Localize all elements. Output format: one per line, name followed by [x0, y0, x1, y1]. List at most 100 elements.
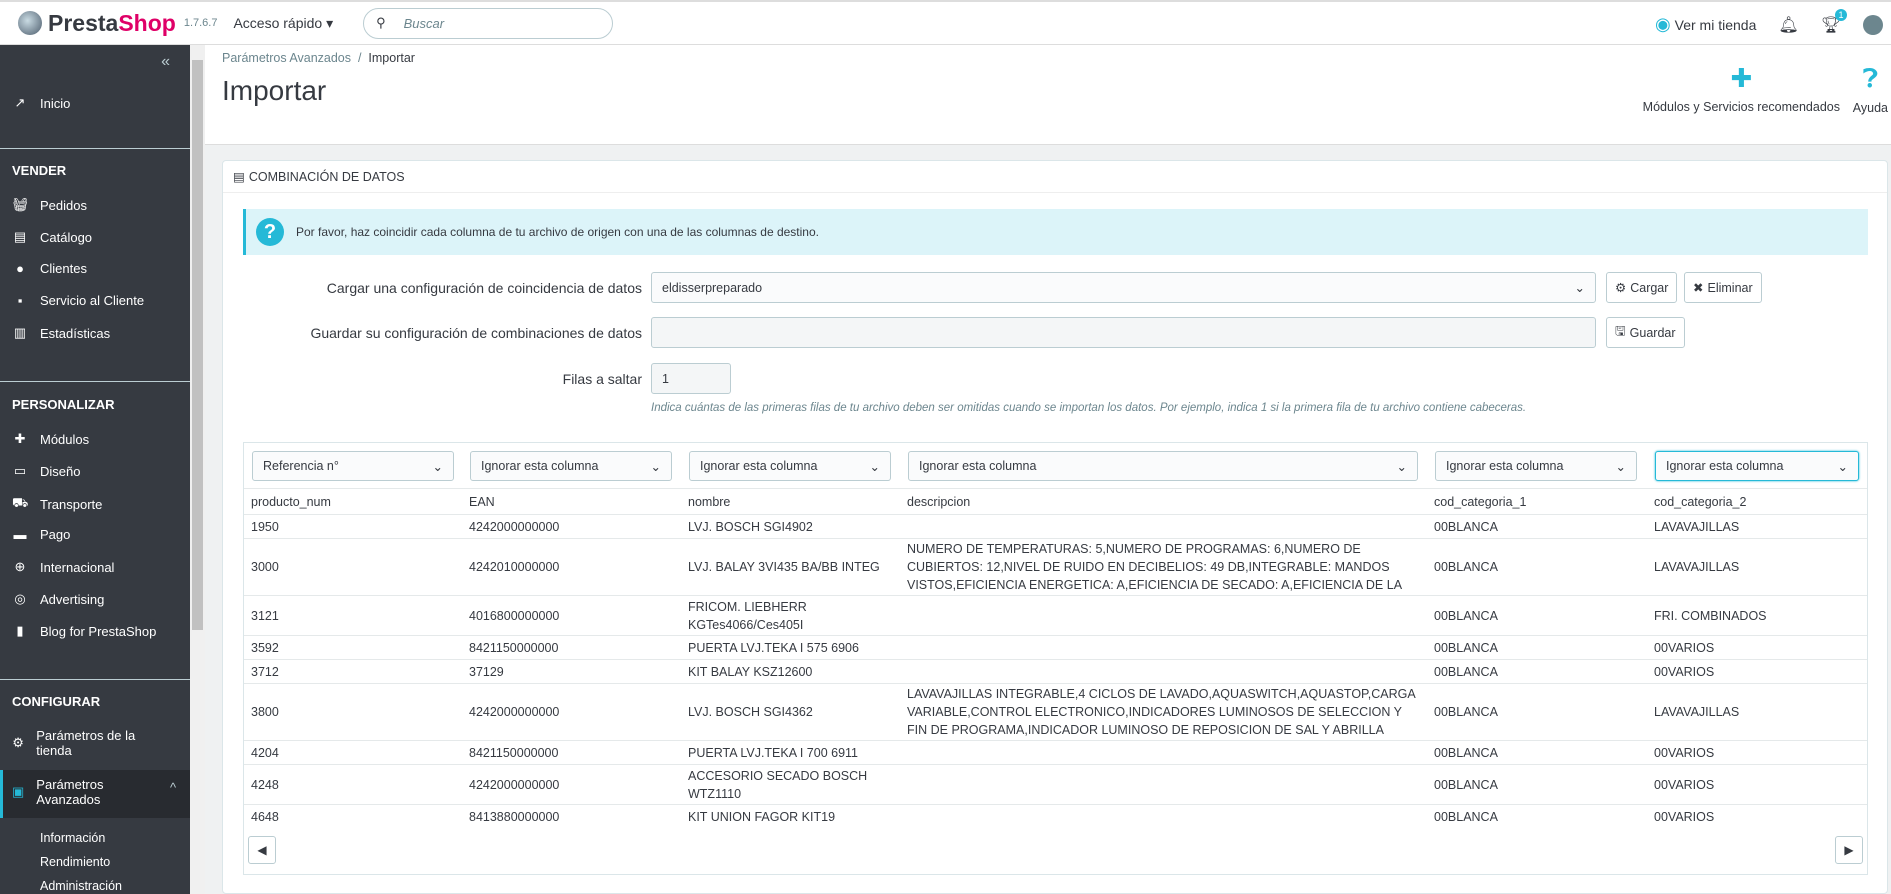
column-select-3[interactable]: Ignorar esta columna ⌄ — [689, 451, 891, 481]
table-cell: 00BLANCA — [1427, 514, 1647, 539]
sidebar-item-pedidos[interactable]: 🧺︎ Pedidos — [12, 197, 87, 213]
skip-rows-input[interactable]: 1 — [651, 363, 731, 394]
user-avatar[interactable] — [1863, 14, 1883, 35]
search-input[interactable]: ⚲ Buscar — [363, 7, 614, 39]
table-cell: 8421150000000 — [462, 635, 681, 660]
sidebar-scrollbar[interactable] — [190, 45, 205, 894]
load-config-select[interactable]: eldisserpreparado ⌄ — [651, 272, 1596, 303]
sidebar-item-blog[interactable]: ▮ Blog for PrestaShop — [12, 623, 156, 639]
preview-grid: producto_num EAN nombre descripcion cod_cate… — [244, 488, 1867, 829]
table-cell: 3592 — [244, 635, 462, 660]
gear-icon: ⚙ — [12, 735, 24, 750]
basket-icon: 🧺︎ — [12, 197, 29, 212]
prestashop-logo[interactable]: PrestaShop — [18, 10, 176, 37]
question-icon: ? — [256, 218, 284, 246]
notification-badge: 1 — [1835, 8, 1847, 21]
sidebar-item-estadisticas[interactable]: ▥ Estadísticas — [12, 325, 110, 341]
sidebar-item-servicio[interactable]: ▪ Servicio al Cliente — [12, 293, 144, 308]
header-cell: nombre — [681, 488, 900, 515]
table-cell: 4242000000000 — [462, 683, 681, 741]
column-select-4[interactable]: Ignorar esta columna ⌄ — [908, 451, 1418, 481]
table-cell: 4242010000000 — [462, 538, 681, 596]
sidebar-sub-rendimiento[interactable]: Rendimiento — [40, 855, 110, 869]
settings-icon: ▣ — [12, 784, 25, 799]
section-configurar: CONFIGURAR — [12, 694, 101, 709]
table-cell — [900, 804, 1427, 829]
puzzle-icon: ✚ — [1730, 63, 1753, 93]
table-cell: FRI. COMBINADOS — [1647, 595, 1867, 636]
trophy-icon[interactable]: 🏆︎ 1 — [1821, 8, 1847, 35]
quick-access-dropdown[interactable]: Acceso rápido ▾ — [233, 15, 333, 32]
table-cell: PUERTA LVJ.TEKA I 700 6911 — [681, 740, 900, 765]
monitor-icon: ▭ — [13, 463, 27, 478]
table-cell: 00BLANCA — [1427, 804, 1647, 829]
table-cell: LAVAVAJILLAS — [1647, 683, 1867, 741]
sidebar-item-parametros-avanzados[interactable]: ▣ Parámetros Avanzados — [12, 777, 132, 807]
table-cell: 4648 — [244, 804, 462, 829]
table-cell: 00BLANCA — [1427, 740, 1647, 765]
table-cell: KIT BALAY KSZ12600 — [681, 659, 900, 684]
table-cell: 4016800000000 — [462, 595, 681, 636]
close-icon: ✖ — [1693, 281, 1704, 295]
table-cell: 8413880000000 — [462, 804, 681, 829]
table-cell: 3000 — [244, 538, 462, 596]
sidebar-item-catalogo[interactable]: ▤ Catálogo — [12, 229, 92, 245]
table-cell: 1950 — [244, 514, 462, 539]
modules-button[interactable]: ✚ Módulos y Servicios recomendados — [1643, 63, 1840, 114]
chevron-right-icon: ▶ — [1844, 843, 1854, 857]
puffin-icon — [18, 11, 42, 35]
scrollbar-thumb[interactable] — [192, 60, 203, 630]
header-cell: producto_num — [244, 488, 462, 515]
chevron-down-icon: ⌄ — [1574, 281, 1585, 295]
sidebar-item-modulos[interactable]: ✚ Módulos — [12, 431, 90, 447]
view-store-link[interactable]: ◉ Ver mi tienda — [1655, 14, 1756, 35]
table-cell: LAVAVAJILLAS INTEGRABLE,4 CICLOS DE LAVA… — [900, 683, 1427, 741]
table-cell: LAVAVAJILLAS — [1647, 514, 1867, 539]
chevron-down-icon: ⌄ — [650, 459, 661, 474]
skip-rows-hint: Indica cuántas de las primeras filas de … — [651, 402, 1527, 414]
column-select-6[interactable]: Ignorar esta columna ⌄ — [1655, 451, 1859, 481]
collapse-sidebar-icon[interactable]: « — [161, 53, 170, 71]
table-cell: 00BLANCA — [1427, 659, 1647, 684]
version: 1.7.6.7 — [183, 17, 218, 29]
sidebar-sub-administracion[interactable]: Administración — [40, 879, 122, 893]
load-button[interactable]: ⚙ Cargar — [1606, 272, 1678, 303]
table-cell: PUERTA LVJ.TEKA I 575 6906 — [681, 635, 900, 660]
trend-icon: ↗ — [14, 95, 26, 110]
table-cell: KIT UNION FAGOR KIT19 — [681, 804, 900, 829]
table-cell: 8421150000000 — [462, 740, 681, 765]
column-select-5[interactable]: Ignorar esta columna ⌄ — [1435, 451, 1637, 481]
sidebar-item-inicio[interactable]: ↗ Inicio — [12, 95, 71, 111]
truck-icon: ⛟ — [12, 495, 29, 510]
help-button[interactable]: ❓︎ Ayuda — [1853, 63, 1888, 115]
sidebar-item-clientes[interactable]: ● Clientes — [12, 261, 87, 276]
sidebar-item-advertising[interactable]: ◎ Advertising — [12, 591, 104, 607]
column-select-2[interactable]: Ignorar esta columna ⌄ — [470, 451, 672, 481]
sidebar-item-diseno[interactable]: ▭ Diseño — [12, 463, 81, 479]
skip-rows-label: Filas a saltar — [562, 371, 642, 387]
table-cell: ACCESORIO SECADO BOSCH WTZ1110 — [681, 764, 900, 805]
chat-icon: ▪ — [17, 293, 23, 308]
bell-icon[interactable]: 🔔︎ — [1778, 15, 1798, 35]
breadcrumb-parent[interactable]: Parámetros Avanzados — [222, 51, 351, 65]
table-cell: 00VARIOS — [1647, 804, 1867, 829]
scroll-right-button[interactable]: ▶ — [1835, 836, 1863, 864]
column-select-1[interactable]: Referencia n° ⌄ — [252, 451, 454, 481]
load-config-label: Cargar una configuración de coincidencia… — [326, 280, 642, 296]
sidebar-item-pago[interactable]: ▬ Pago — [12, 527, 71, 542]
sidebar-sub-informacion[interactable]: Información — [40, 831, 105, 845]
header-row: producto_num EAN nombre descripcion cod_cate… — [244, 488, 1867, 515]
sidebar-item-parametros-tienda[interactable]: ⚙ Parámetros de la tienda — [12, 728, 142, 758]
save-button[interactable]: 🖫 Guardar — [1606, 317, 1685, 348]
table-row: 4648 8413880000000 KIT UNION FAGOR KIT19 00… — [244, 804, 1867, 829]
scroll-left-button[interactable]: ◀ — [248, 836, 276, 864]
page-header: Parámetros Avanzados / Importar Importar… — [205, 45, 1891, 145]
save-config-input[interactable] — [651, 317, 1596, 348]
sidebar-item-transporte[interactable]: ⛟ Transporte — [12, 495, 102, 513]
table-cell: 3800 — [244, 683, 462, 741]
delete-button[interactable]: ✖ Eliminar — [1684, 272, 1762, 303]
table-cell: 00BLANCA — [1427, 635, 1647, 660]
section-personalizar: PERSONALIZAR — [12, 397, 115, 412]
table-cell: FRICOM. LIEBHERR KGTes4066/Ces405I — [681, 595, 900, 636]
sidebar-item-internacional[interactable]: ⊕ Internacional — [12, 559, 115, 575]
